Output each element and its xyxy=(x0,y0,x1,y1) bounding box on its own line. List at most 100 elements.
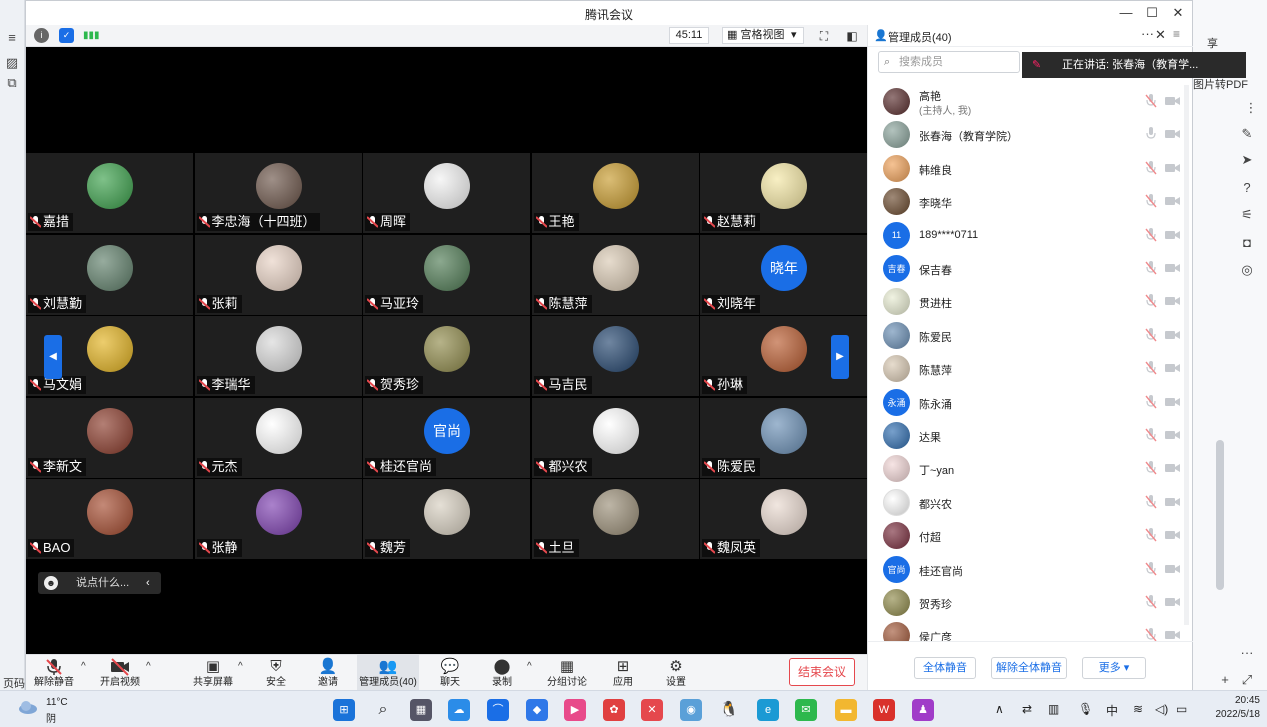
bg-pointer-icon[interactable]: ➤ xyxy=(1239,152,1255,168)
bg-help-icon[interactable]: ? xyxy=(1239,180,1255,196)
globe-icon[interactable]: ◉ xyxy=(680,699,702,721)
camera-off-icon[interactable] xyxy=(1165,129,1180,139)
participant-tile[interactable]: 王艳 xyxy=(531,153,699,233)
mic-muted-icon[interactable] xyxy=(1145,327,1157,342)
signal-icon[interactable]: ▮▮▮ xyxy=(83,28,100,43)
purple-app-icon[interactable]: ♟ xyxy=(912,699,934,721)
unmute-all-button[interactable]: 解除全体静音 xyxy=(991,657,1067,679)
member-row[interactable]: 李晓华 xyxy=(868,185,1193,218)
member-row[interactable]: 11 189****0711 xyxy=(868,219,1193,252)
participant-tile[interactable]: 魏凤英 xyxy=(700,479,867,559)
camera-off-icon[interactable] xyxy=(1165,430,1180,440)
tray-settings-icon[interactable]: ⇄ xyxy=(1022,702,1032,716)
camera-off-icon[interactable] xyxy=(1165,397,1180,407)
camera-off-icon[interactable] xyxy=(1165,196,1180,206)
bg-plus-icon[interactable]: + xyxy=(1217,672,1233,688)
member-row[interactable]: 付超 xyxy=(868,519,1193,552)
video-options-caret[interactable]: ^ xyxy=(146,661,151,672)
collapse-chat-button[interactable]: ‹ xyxy=(146,572,150,594)
participant-tile[interactable]: 张莉 xyxy=(194,234,362,315)
member-row[interactable]: 永涌 陈永涌 xyxy=(868,386,1193,419)
participant-tile[interactable]: 马亚玲 xyxy=(363,234,530,315)
member-search-input[interactable]: ⌕ 搜索成员 xyxy=(878,51,1020,73)
share-screen-button[interactable]: ▣ 共享屏幕 xyxy=(192,655,234,691)
breakout-button[interactable]: ▦ 分组讨论 xyxy=(546,655,588,691)
member-row[interactable]: 张春海（教育学院） xyxy=(868,118,1193,151)
ime-indicator[interactable]: 中 xyxy=(1106,702,1118,719)
bg-copy-icon[interactable]: ⧉ xyxy=(4,75,20,91)
bg-sliders-icon[interactable]: ⚟ xyxy=(1239,207,1255,223)
panel-more-button[interactable]: ··· xyxy=(1141,26,1154,41)
camera-off-icon[interactable] xyxy=(1165,230,1180,240)
next-page-button[interactable]: ▶ xyxy=(831,335,849,379)
calculator-icon[interactable]: ▦ xyxy=(410,699,432,721)
prev-page-button[interactable]: ◀ xyxy=(44,335,62,379)
mic-muted-icon[interactable] xyxy=(1145,494,1157,509)
mic-icon[interactable] xyxy=(1145,127,1157,141)
participant-tile[interactable]: 官尚 桂还官尚 xyxy=(363,397,530,478)
participant-tile[interactable]: 赵慧莉 xyxy=(700,153,867,233)
end-meeting-button[interactable]: 结束会议 xyxy=(789,658,855,686)
camera-off-icon[interactable] xyxy=(1165,597,1180,607)
mic-muted-icon[interactable] xyxy=(1145,428,1157,442)
participant-tile[interactable]: 马吉民 xyxy=(531,316,699,396)
bg-pen-icon[interactable]: ✎ xyxy=(1239,126,1255,142)
bg-image-icon[interactable]: ▨ xyxy=(4,55,20,71)
camera-off-icon[interactable] xyxy=(1165,630,1180,640)
participant-tile[interactable]: 李瑞华 xyxy=(194,316,362,396)
tray-app-icon[interactable]: ▥ xyxy=(1048,702,1059,716)
bg-camera-icon[interactable]: ◘ xyxy=(1239,235,1255,251)
microphone-icon[interactable]: 🎙 xyxy=(1078,702,1093,716)
chat-button[interactable]: 💬 聊天 xyxy=(436,655,464,691)
camera-off-icon[interactable] xyxy=(1165,530,1180,540)
camera-off-icon[interactable] xyxy=(1165,463,1180,473)
member-row[interactable]: 高艳 (主持人, 我) xyxy=(868,85,1193,118)
member-row[interactable]: 达果 xyxy=(868,419,1193,452)
mic-muted-icon[interactable] xyxy=(1145,461,1157,475)
mic-muted-icon[interactable] xyxy=(1145,361,1157,375)
mute-all-button[interactable]: 全体静音 xyxy=(914,657,976,679)
camera-off-icon[interactable] xyxy=(1165,163,1180,173)
volume-icon[interactable]: ◁) xyxy=(1155,702,1168,716)
member-row[interactable]: 贺秀珍 xyxy=(868,586,1193,619)
invite-button[interactable]: 👤 邀请 xyxy=(314,655,342,691)
record-button[interactable]: ⬤ 录制 xyxy=(488,655,516,691)
minimize-button[interactable]: — xyxy=(1112,3,1140,23)
mic-muted-icon[interactable] xyxy=(1145,94,1157,108)
camera-off-icon[interactable] xyxy=(1165,330,1180,340)
apps-button[interactable]: ⊞ 应用 xyxy=(609,655,637,691)
huawei-icon[interactable]: ✿ xyxy=(603,699,625,721)
member-row[interactable]: 丁~yan xyxy=(868,452,1193,485)
mic-muted-icon[interactable] xyxy=(1145,595,1157,609)
bg-dots-icon[interactable]: ⋮ xyxy=(1243,100,1259,116)
wifi-icon[interactable]: ≋ xyxy=(1133,702,1143,716)
more-options-button[interactable]: 更多 ▾ xyxy=(1082,657,1146,679)
youku-icon[interactable]: ▶ xyxy=(564,699,586,721)
cloud-app-icon[interactable]: ☁ xyxy=(448,699,470,721)
participant-tile[interactable]: 李新文 xyxy=(26,397,193,478)
bg-fit-icon[interactable]: ⤢ xyxy=(1239,672,1255,688)
record-options-caret[interactable]: ^ xyxy=(527,661,532,672)
system-clock[interactable]: 20:45 2022/5/18 xyxy=(1200,694,1261,722)
view-mode-dropdown[interactable]: ▦ 宫格视图 ▾ xyxy=(722,27,804,44)
shield-icon[interactable]: ✓ xyxy=(59,28,74,43)
participant-tile[interactable]: 土旦 xyxy=(531,479,699,559)
tray-expand-icon[interactable]: ∧ xyxy=(995,702,1004,716)
participant-tile[interactable]: 都兴农 xyxy=(531,397,699,478)
battery-icon[interactable]: ▭ xyxy=(1176,702,1187,716)
participant-tile[interactable]: 刘慧勤 xyxy=(26,234,193,315)
bg-menu-icon[interactable]: ≡ xyxy=(4,30,20,46)
mic-muted-icon[interactable] xyxy=(1145,227,1157,242)
folder-icon[interactable]: ▬ xyxy=(835,699,857,721)
security-button[interactable]: ⛨ 安全 xyxy=(262,655,290,691)
qq-icon[interactable]: 🐧 xyxy=(718,699,740,721)
mic-muted-icon[interactable] xyxy=(1145,261,1157,275)
wechat-icon[interactable]: ✉ xyxy=(795,699,817,721)
member-row[interactable]: 吉春 保吉春 xyxy=(868,252,1193,285)
weather-widget[interactable]: 11°C 阴 xyxy=(18,696,98,725)
camera-off-icon[interactable] xyxy=(1165,263,1180,273)
member-row[interactable]: 贯进柱 xyxy=(868,285,1193,318)
mic-muted-icon[interactable] xyxy=(1145,561,1157,576)
participant-tile[interactable]: 嘉措 xyxy=(26,153,193,233)
mic-muted-icon[interactable] xyxy=(1145,294,1157,308)
